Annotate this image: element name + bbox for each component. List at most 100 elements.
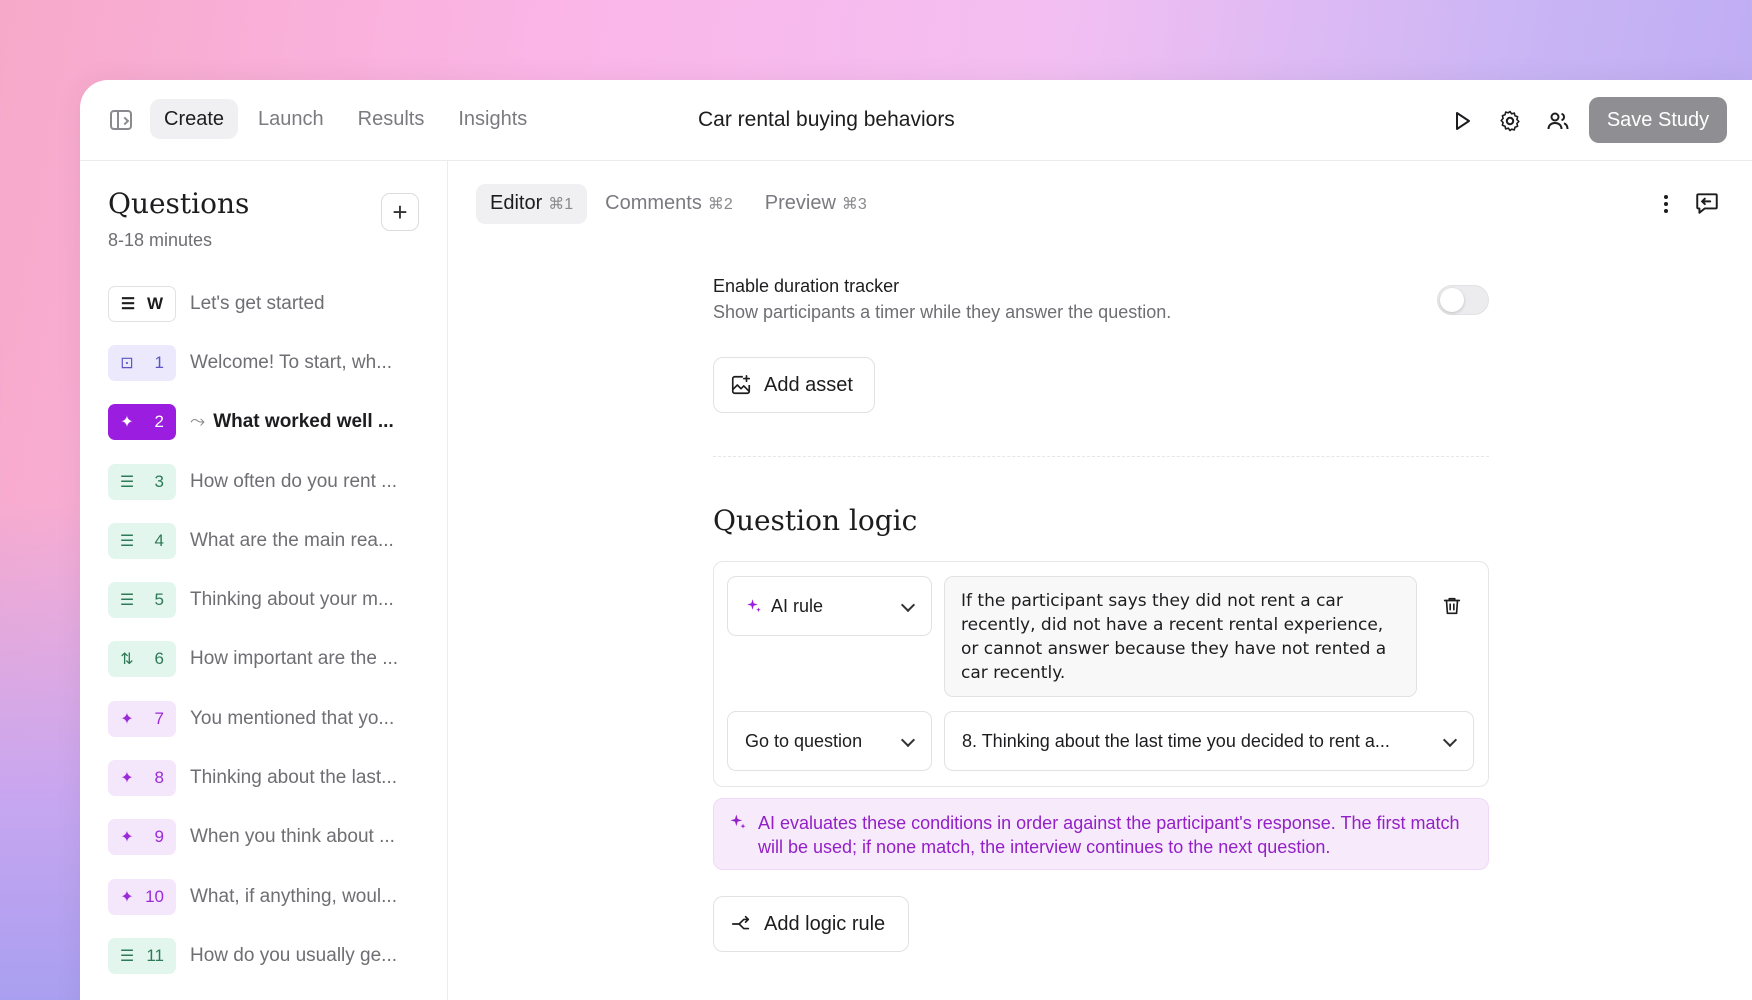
question-number: W [146, 293, 163, 313]
action-select[interactable]: Go to question [727, 711, 932, 771]
question-number: 9 [154, 827, 164, 847]
question-text: ⤳ What worked well ... [190, 411, 394, 433]
duration-tracker-description: Show participants a timer while they ans… [713, 302, 1172, 322]
question-item[interactable]: ✦ 9 When you think about ... [108, 808, 428, 867]
top-bar: Create Launch Results Insights Car renta… [80, 80, 1752, 161]
section-divider [713, 456, 1489, 457]
question-number: 4 [154, 530, 164, 550]
question-badge: ⊡ 1 [108, 344, 176, 381]
chevron-down-icon [1442, 732, 1458, 748]
question-number: 11 [146, 945, 164, 965]
more-vertical-icon[interactable] [1654, 192, 1678, 216]
sparkle-icon: ✦ [120, 770, 134, 788]
rule-type-value: AI rule [771, 595, 824, 616]
trash-icon[interactable] [1441, 595, 1463, 617]
users-icon[interactable] [1546, 109, 1570, 133]
duration-tracker-toggle[interactable] [1437, 285, 1489, 315]
tab-launch[interactable]: Launch [244, 99, 338, 139]
question-item[interactable]: ☰ 3 How often do you rent ... [108, 452, 428, 511]
tab-editor[interactable]: Editor ⌘1 [476, 184, 588, 224]
tab-create[interactable]: Create [150, 99, 239, 139]
gear-icon[interactable] [1498, 109, 1522, 133]
tab-insights[interactable]: Insights [444, 99, 541, 139]
question-number: 3 [154, 471, 164, 491]
play-icon[interactable] [1450, 109, 1474, 133]
study-title: Car rental buying behaviors [698, 108, 955, 131]
list-icon: ☰ [119, 473, 135, 491]
target-question-value: 8. Thinking about the last time you deci… [962, 730, 1390, 751]
question-number: 1 [154, 352, 164, 372]
question-badge: ✦ 2 [108, 404, 176, 441]
question-badge: ✦ 10 [108, 878, 176, 915]
sparkle-icon [730, 814, 746, 829]
question-text: How often do you rent ... [190, 470, 398, 492]
plus-icon: + [392, 197, 408, 227]
add-logic-rule-button[interactable]: Add logic rule [713, 896, 909, 952]
question-text: You mentioned that yo... [190, 707, 395, 729]
question-item[interactable]: ☰ 11 How do you usually ge... [108, 926, 428, 985]
sparkle-icon: ✦ [120, 710, 134, 728]
list-icon: ☰ [119, 532, 135, 550]
tab-preview[interactable]: Preview ⌘3 [751, 184, 881, 224]
sparkle-icon: ✦ [120, 829, 134, 847]
question-item[interactable]: ✦ 8 Thinking about the last... [108, 748, 428, 807]
welcome-icon: ☰ [120, 295, 136, 313]
editor-tabs: Editor ⌘1 Comments ⌘2 Preview ⌘3 [476, 184, 881, 224]
question-badge: ✦ 8 [108, 760, 176, 797]
question-badge: ✦ 7 [108, 700, 176, 737]
branch-icon: ⤳ [190, 411, 206, 433]
question-item[interactable]: ☰ W Let's get started [108, 274, 428, 333]
list-icon: ☰ [119, 947, 135, 965]
tab-shortcut: ⌘1 [548, 196, 574, 213]
question-badge: ☰ 11 [108, 937, 176, 974]
branch-icon [731, 915, 750, 930]
question-item[interactable]: ⇅ 6 How important are the ... [108, 630, 428, 689]
add-question-button[interactable]: + [381, 193, 419, 231]
image-add-icon [731, 375, 751, 395]
main-nav: Create Launch Results Insights [150, 99, 541, 139]
questions-heading: Questions [108, 187, 250, 220]
tab-shortcut: ⌘2 [707, 196, 733, 213]
tab-comments[interactable]: Comments ⌘2 [591, 184, 747, 224]
sidebar-toggle-icon[interactable] [110, 110, 132, 130]
duration-tracker-title: Enable duration tracker [713, 276, 900, 296]
tab-label: Comments [605, 192, 702, 214]
save-study-button[interactable]: Save Study [1589, 97, 1727, 143]
question-number: 5 [154, 590, 164, 610]
tab-label: Editor [490, 192, 543, 214]
question-badge: ☰ W [108, 285, 176, 322]
rule-condition-textarea[interactable]: If the participant says they did not ren… [944, 576, 1417, 697]
question-badge: ☰ 3 [108, 463, 176, 500]
question-list: ☰ W Let's get started ⊡ 1 Welcome! To st… [108, 274, 428, 986]
tab-shortcut: ⌘3 [841, 196, 867, 213]
question-text: Thinking about the last... [190, 767, 398, 789]
sparkle-icon: ✦ [120, 414, 134, 432]
question-number: 2 [154, 412, 164, 432]
question-number: 8 [154, 768, 164, 788]
app-window: Create Launch Results Insights Car renta… [80, 80, 1752, 1000]
question-text: Welcome! To start, wh... [190, 351, 393, 373]
tab-label: Preview [764, 192, 836, 214]
question-number: 10 [145, 886, 164, 906]
tab-results[interactable]: Results [344, 99, 439, 139]
question-item[interactable]: ☰ 4 What are the main rea... [108, 511, 428, 570]
add-logic-rule-label: Add logic rule [764, 912, 886, 935]
rule-type-select[interactable]: AI rule [727, 576, 932, 636]
question-item[interactable]: ☰ 5 Thinking about your m... [108, 570, 428, 629]
question-item-selected[interactable]: ✦ 2 ⤳ What worked well ... [108, 393, 428, 452]
question-text: Let's get started [190, 292, 325, 314]
question-item[interactable]: ✦ 10 What, if anything, woul... [108, 867, 428, 926]
add-asset-button[interactable]: Add asset [713, 357, 875, 413]
question-item[interactable]: ⊡ 1 Welcome! To start, wh... [108, 333, 428, 392]
comment-icon[interactable] [1694, 190, 1720, 216]
rank-icon: ⇅ [120, 651, 134, 669]
target-question-select[interactable]: 8. Thinking about the last time you deci… [944, 711, 1474, 771]
screener-icon: ⊡ [120, 354, 134, 372]
question-text: Thinking about your m... [190, 589, 394, 611]
question-item[interactable]: ✦ 7 You mentioned that yo... [108, 689, 428, 748]
question-badge: ✦ 9 [108, 819, 176, 856]
ai-logic-note-text: AI evaluates these conditions in order a… [758, 813, 1460, 857]
chevron-down-icon [900, 597, 916, 613]
sparkle-icon: ✦ [120, 888, 134, 906]
question-text: How do you usually ge... [190, 944, 398, 966]
